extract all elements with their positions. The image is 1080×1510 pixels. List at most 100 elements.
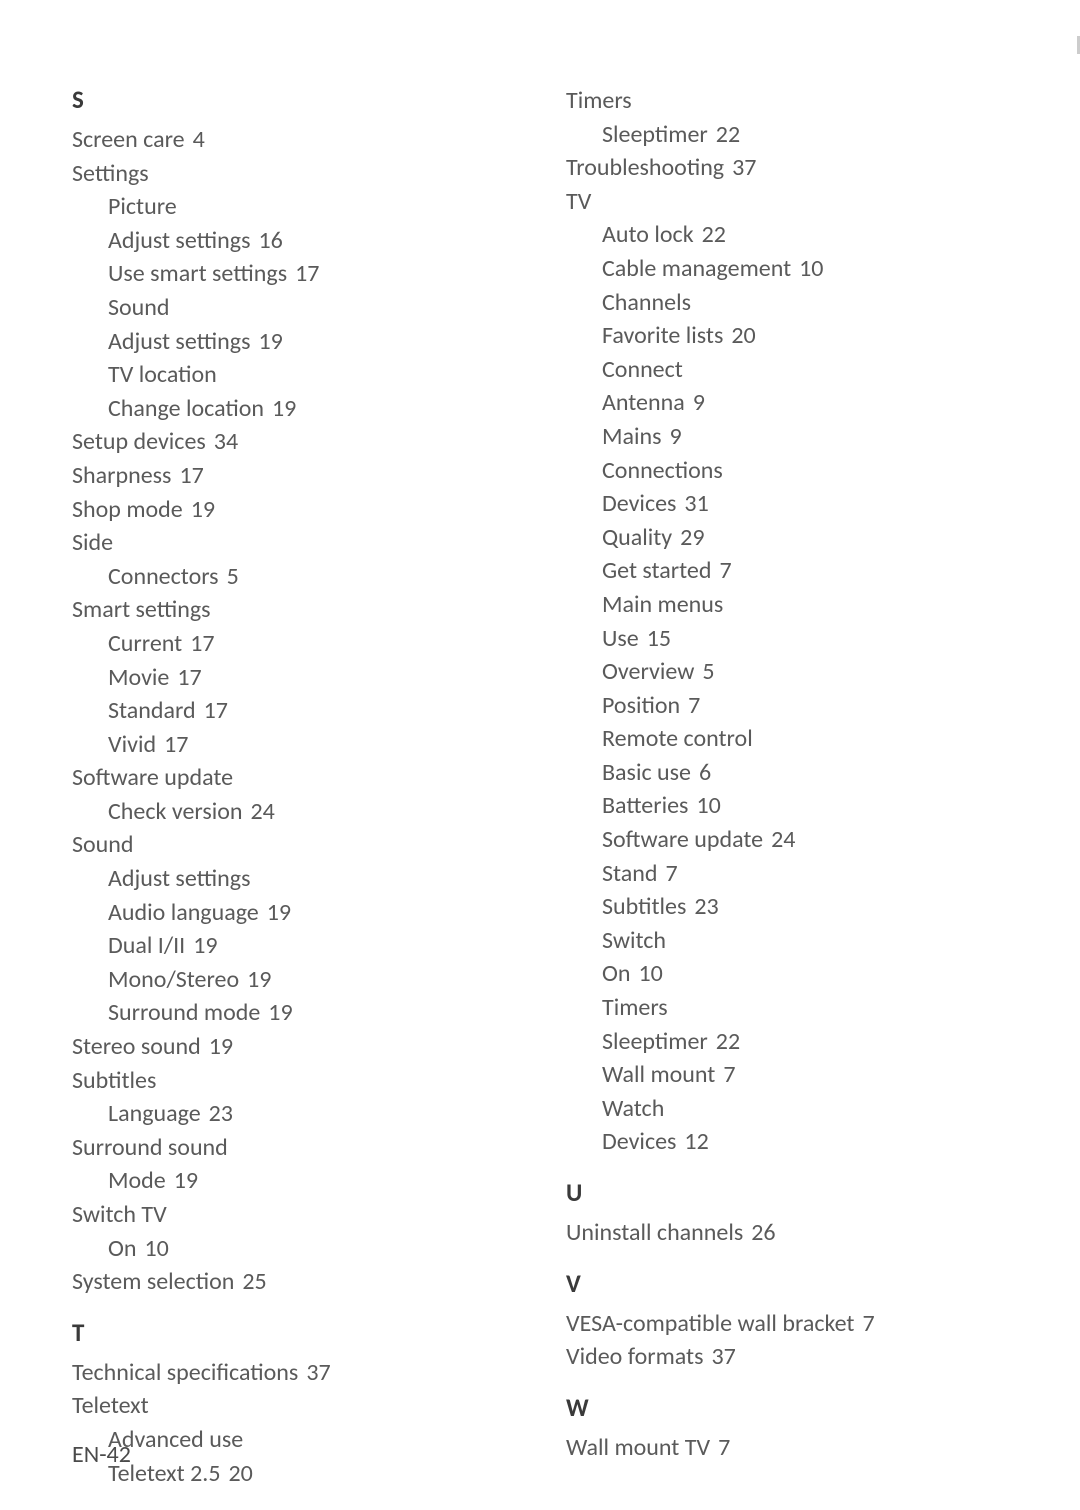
index-entry-text: Use (602, 624, 639, 653)
index-entry[interactable]: VESA-compatible wall bracket7 (566, 1307, 1020, 1341)
index-entry-page: 10 (799, 254, 823, 283)
index-entry[interactable]: Standard 17 (72, 694, 526, 728)
index-entry-page: 9 (693, 388, 705, 417)
index-entry[interactable]: Sharpness17 (72, 459, 526, 493)
index-entry[interactable]: Dual I/II19 (72, 929, 526, 963)
index-entry[interactable]: Settings (72, 157, 526, 191)
index-entry-text: Standard (108, 696, 196, 725)
index-entry[interactable]: Movie17 (72, 661, 526, 695)
index-entry[interactable]: Current17 (72, 627, 526, 661)
index-entry[interactable]: Check version24 (72, 795, 526, 829)
index-entry[interactable]: Get started7 (566, 554, 1020, 588)
index-entry[interactable]: Side (72, 526, 526, 560)
index-entry[interactable]: Subtitles (72, 1064, 526, 1098)
index-entry[interactable]: Stereo sound19 (72, 1030, 526, 1064)
index-entry[interactable]: Use15 (566, 622, 1020, 656)
index-entry[interactable]: Software update24 (566, 823, 1020, 857)
index-entry-text: Connect (602, 355, 683, 384)
index-entry[interactable]: TV (566, 185, 1020, 219)
index-entry-text: System selection (72, 1267, 234, 1296)
index-entry[interactable]: Teletext 2.520 (72, 1457, 526, 1491)
index-entry-text: Timers (566, 86, 632, 115)
index-entry[interactable]: Batteries10 (566, 789, 1020, 823)
index-entry[interactable]: Troubleshooting37 (566, 151, 1020, 185)
index-entry[interactable]: Mode19 (72, 1164, 526, 1198)
index-entry[interactable]: Channels (566, 286, 1020, 320)
index-entry[interactable]: Adjust settings16 (72, 224, 526, 258)
index-entry-page: 19 (258, 327, 282, 356)
index-entry[interactable]: Position7 (566, 689, 1020, 723)
index-entry[interactable]: Overview5 (566, 655, 1020, 689)
index-entry[interactable]: Antenna 9 (566, 386, 1020, 420)
index-entry[interactable]: On10 (72, 1232, 526, 1266)
index-entry-text: Adjust settings (108, 864, 250, 893)
index-entry-page: 17 (204, 696, 228, 725)
index-entry[interactable]: Remote control (566, 722, 1020, 756)
index-entry[interactable]: Software update (72, 761, 526, 795)
index-entry-text: Batteries (602, 791, 688, 820)
index-entry[interactable]: Mono/Stereo19 (72, 963, 526, 997)
index-entry[interactable]: Vivid17 (72, 728, 526, 762)
index-entry[interactable]: Advanced use (72, 1423, 526, 1457)
index-entry[interactable]: Connectors5 (72, 560, 526, 594)
index-entry[interactable]: Devices12 (566, 1125, 1020, 1159)
index-entry-text: Surround sound (72, 1133, 228, 1162)
index-entry[interactable]: Audio language19 (72, 896, 526, 930)
index-entry[interactable]: Switch (566, 924, 1020, 958)
index-entry[interactable]: Cable management 10 (566, 252, 1020, 286)
index-entry[interactable]: Wall mount TV7 (566, 1431, 1020, 1465)
index-entry-text: VESA-compatible wall bracket (566, 1309, 854, 1338)
index-entry-page: 37 (711, 1342, 735, 1371)
index-entry[interactable]: Switch TV (72, 1198, 526, 1232)
index-entry[interactable]: Watch (566, 1092, 1020, 1126)
index-entry[interactable]: Timers (566, 84, 1020, 118)
index-entry[interactable]: Favorite lists20 (566, 319, 1020, 353)
index-entry[interactable]: Adjust settings19 (72, 325, 526, 359)
index-entry[interactable]: Use smart settings17 (72, 257, 526, 291)
index-entry[interactable]: Sleeptimer22 (566, 118, 1020, 152)
index-entry[interactable]: Auto lock22 (566, 218, 1020, 252)
index-entry[interactable]: Timers (566, 991, 1020, 1025)
index-entry[interactable]: Mains9 (566, 420, 1020, 454)
index-entry[interactable]: Devices31 (566, 487, 1020, 521)
index-entry[interactable]: Language23 (72, 1097, 526, 1131)
index-letter-heading: U (566, 1177, 1020, 1208)
index-entry[interactable]: System selection25 (72, 1265, 526, 1299)
index-entry-text: On (602, 959, 631, 988)
index-entry[interactable]: Surround mode19 (72, 996, 526, 1030)
index-entry[interactable]: Basic use6 (566, 756, 1020, 790)
index-entry[interactable]: Surround sound (72, 1131, 526, 1165)
index-column-right: TimersSleeptimer22Troubleshooting37TVAut… (566, 84, 1020, 1490)
index-entry[interactable]: Main menus (566, 588, 1020, 622)
index-entry[interactable]: On10 (566, 957, 1020, 991)
index-entry[interactable]: Subtitles23 (566, 890, 1020, 924)
index-entry-text: Switch TV (72, 1200, 167, 1229)
index-entry-text: Change location (108, 394, 264, 423)
index-entry[interactable]: Sound (72, 828, 526, 862)
index-entry[interactable]: Video formats 37 (566, 1340, 1020, 1374)
index-entry[interactable]: Connections (566, 454, 1020, 488)
index-entry-page: 19 (247, 965, 271, 994)
index-entry[interactable]: Sleeptimer22 (566, 1025, 1020, 1059)
index-entry[interactable]: Smart settings (72, 593, 526, 627)
index-entry[interactable]: Wall mount7 (566, 1058, 1020, 1092)
index-entry[interactable]: Screen care4 (72, 123, 526, 157)
index-entry[interactable]: TV location (72, 358, 526, 392)
index-entry[interactable]: Shop mode19 (72, 493, 526, 527)
index-entry-page: 16 (258, 226, 282, 255)
index-entry[interactable]: Picture (72, 190, 526, 224)
index-entry[interactable]: Adjust settings (72, 862, 526, 896)
index-entry-text: Check version (108, 797, 243, 826)
index-entry[interactable]: Change location19 (72, 392, 526, 426)
index-entry[interactable]: Setup devices34 (72, 425, 526, 459)
index-entry-text: Video formats (566, 1342, 703, 1371)
index-entry[interactable]: Connect (566, 353, 1020, 387)
index-entry[interactable]: Teletext (72, 1389, 526, 1423)
index-entry[interactable]: Technical specifications37 (72, 1356, 526, 1390)
index-entry[interactable]: Sound (72, 291, 526, 325)
index-entry-text: Antenna (602, 388, 685, 417)
index-entry[interactable]: Uninstall channels26 (566, 1216, 1020, 1250)
index-entry-text: Cable management (602, 254, 791, 283)
index-entry[interactable]: Stand7 (566, 857, 1020, 891)
index-entry[interactable]: Quality29 (566, 521, 1020, 555)
